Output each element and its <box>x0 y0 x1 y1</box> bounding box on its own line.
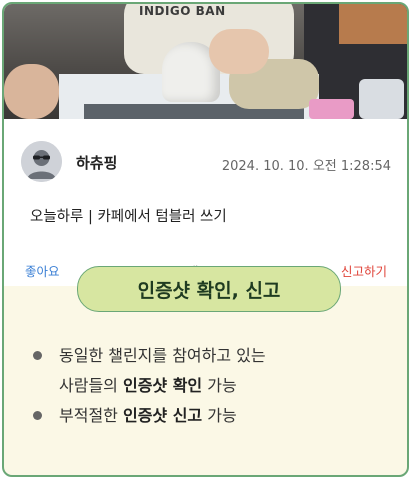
avatar[interactable] <box>21 141 62 182</box>
list-item-emphasis: 인증샷 확인 <box>122 376 203 395</box>
list-item-line: 부적절한 인증샷 신고 가능 <box>59 401 389 431</box>
post-card: INDIGO BAN 하츄핑 2024. 10. 10. 오전 1:28:54 … <box>4 4 407 286</box>
list-item-text: 가능 <box>202 376 237 395</box>
banner-title: 인증샷 확인, 신고 <box>77 266 341 312</box>
photo-left-hand <box>4 64 59 119</box>
post-timestamp: 2024. 10. 10. 오전 1:28:54 <box>221 159 391 174</box>
report-button[interactable]: 신고하기 <box>341 261 387 280</box>
photo-orange-object <box>339 4 407 44</box>
feature-list: 동일한 챌린지를 참여하고 있는 사람들의 인증샷 확인 가능 부적절한 인증샷… <box>29 341 389 431</box>
photo-device <box>359 79 404 119</box>
list-item-text: 가능 <box>202 406 237 425</box>
list-item-emphasis: 인증샷 신고 <box>122 406 203 425</box>
like-button[interactable]: 좋아요 <box>25 261 60 280</box>
list-item-line: 동일한 챌린지를 참여하고 있는 <box>59 346 266 365</box>
post-username[interactable]: 하츄핑 <box>76 152 117 173</box>
bullet-dot-icon <box>33 351 42 360</box>
post-photo[interactable]: INDIGO BAN <box>4 4 407 119</box>
list-item-text: 부적절한 <box>59 406 123 425</box>
bullet-dot-icon <box>33 411 42 420</box>
promo-frame: INDIGO BAN 하츄핑 2024. 10. 10. 오전 1:28:54 … <box>2 2 409 477</box>
photo-shirt-text: INDIGO BAN <box>139 4 226 18</box>
list-item-line: 사람들의 인증샷 확인 가능 <box>59 371 389 401</box>
list-item: 동일한 챌린지를 참여하고 있는 사람들의 인증샷 확인 가능 <box>29 341 389 401</box>
photo-pink-object <box>309 99 354 119</box>
post-text: 오늘하루 | 카페에서 텀블러 쓰기 <box>30 209 227 225</box>
photo-right-hand <box>209 29 269 74</box>
list-item-text: 사람들의 <box>59 376 123 395</box>
user-avatar-icon <box>21 141 62 182</box>
list-item: 부적절한 인증샷 신고 가능 <box>29 401 389 431</box>
